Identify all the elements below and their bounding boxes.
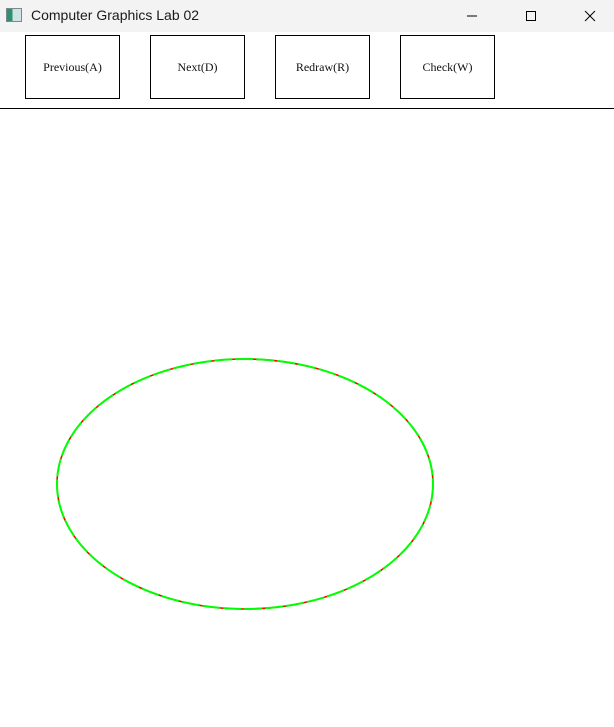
previous-button[interactable]: Previous(A) bbox=[25, 35, 120, 99]
rasterized-ellipse bbox=[56, 358, 434, 610]
window-title: Computer Graphics Lab 02 bbox=[31, 7, 200, 23]
close-button[interactable] bbox=[567, 0, 613, 32]
minimize-icon bbox=[467, 15, 477, 17]
maximize-icon bbox=[526, 11, 536, 21]
drawing-surface bbox=[56, 358, 434, 610]
redraw-button[interactable]: Redraw(R) bbox=[275, 35, 370, 99]
app-window-icon bbox=[6, 8, 22, 22]
title-bar: Computer Graphics Lab 02 bbox=[0, 0, 614, 32]
close-icon bbox=[584, 10, 596, 22]
next-button[interactable]: Next(D) bbox=[150, 35, 245, 99]
check-button[interactable]: Check(W) bbox=[400, 35, 495, 99]
maximize-button[interactable] bbox=[508, 0, 554, 32]
reference-ellipse bbox=[56, 358, 434, 610]
minimize-button[interactable] bbox=[449, 0, 495, 32]
drawing-canvas[interactable] bbox=[0, 109, 614, 727]
toolbar: Previous(A) Next(D) Redraw(R) Check(W) bbox=[0, 32, 614, 108]
